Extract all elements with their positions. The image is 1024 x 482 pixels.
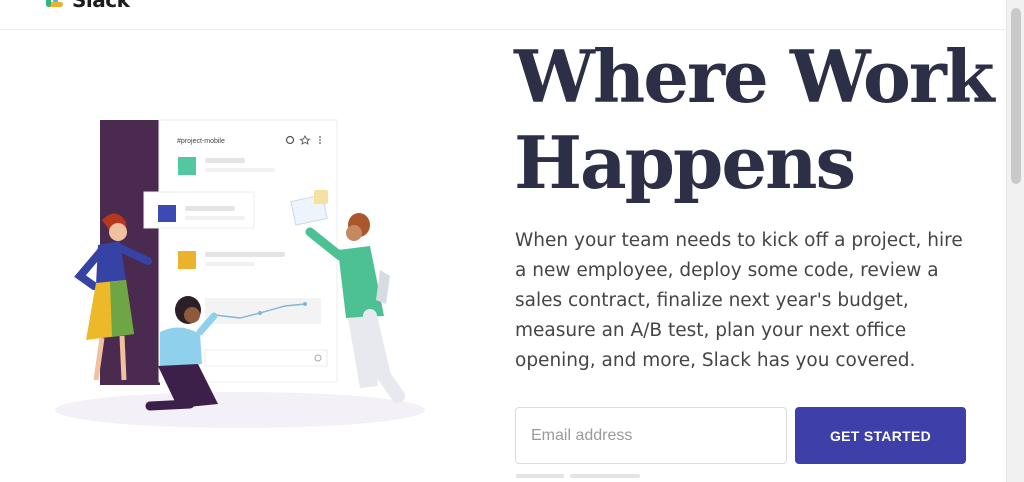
more-vertical-icon [319, 136, 321, 144]
hero-description: When your team needs to kick off a proje… [515, 230, 963, 371]
email-input[interactable] [515, 407, 787, 464]
fine-print-placeholder [516, 474, 666, 482]
scrollbar-thumb[interactable] [1011, 8, 1021, 184]
hamburger-menu-icon[interactable] [950, 0, 976, 4]
slack-logo-icon [44, 0, 66, 11]
slack-logo[interactable]: Slack [44, 0, 130, 12]
get-started-button[interactable]: GET STARTED [795, 407, 966, 464]
hero-title-line-2: Happens [514, 120, 856, 205]
channel-name: #project-mobile [177, 138, 225, 145]
page-scrollbar[interactable] [1006, 0, 1024, 482]
top-navigation-bar: Slack [0, 0, 1006, 30]
hero-title: Where Work Happens [514, 34, 995, 206]
hero-illustration: #project-mobile [40, 110, 460, 430]
hero-title-line-1: Where Work [514, 34, 995, 119]
logo-wordmark: Slack [72, 0, 130, 12]
